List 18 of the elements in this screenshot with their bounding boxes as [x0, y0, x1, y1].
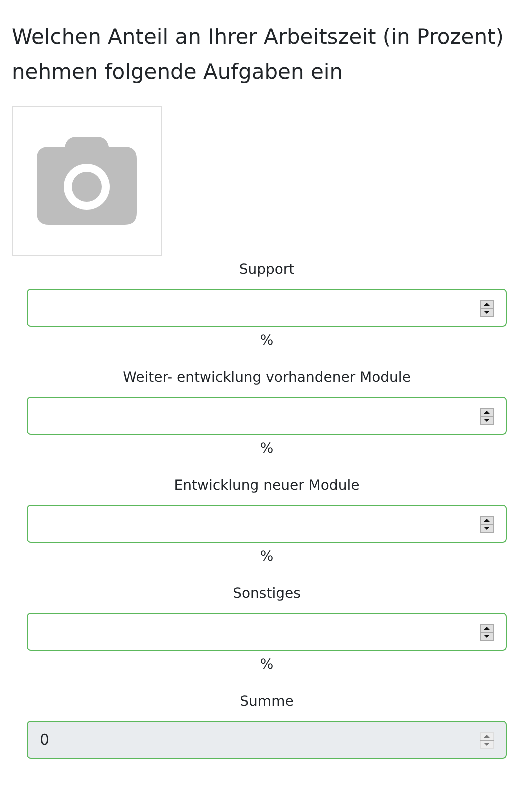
unit-label: % [259, 548, 275, 567]
spinner-icon[interactable] [480, 300, 494, 317]
number-field[interactable] [27, 397, 507, 435]
field-label: Summe [239, 693, 295, 712]
number-field[interactable] [27, 613, 507, 651]
unit-label: % [259, 332, 275, 351]
number-field[interactable] [27, 289, 507, 327]
spinner-icon[interactable] [480, 408, 494, 425]
field-label: Weiter- entwicklung vorhandener Module [122, 369, 412, 388]
unit-label: % [259, 440, 275, 459]
question-title: Welchen Anteil an Ihrer Arbeitszeit (in Prozent) nehmen folgende Aufgaben ein [12, 24, 505, 86]
unit-label: % [259, 656, 275, 675]
spinner-icon[interactable] [480, 516, 494, 533]
number-field[interactable] [27, 505, 507, 543]
field-label: Support [238, 261, 296, 280]
field-label: Entwicklung neuer Module [173, 477, 361, 496]
field-label: Sonstiges [232, 585, 302, 604]
spinner-icon[interactable] [480, 624, 494, 641]
